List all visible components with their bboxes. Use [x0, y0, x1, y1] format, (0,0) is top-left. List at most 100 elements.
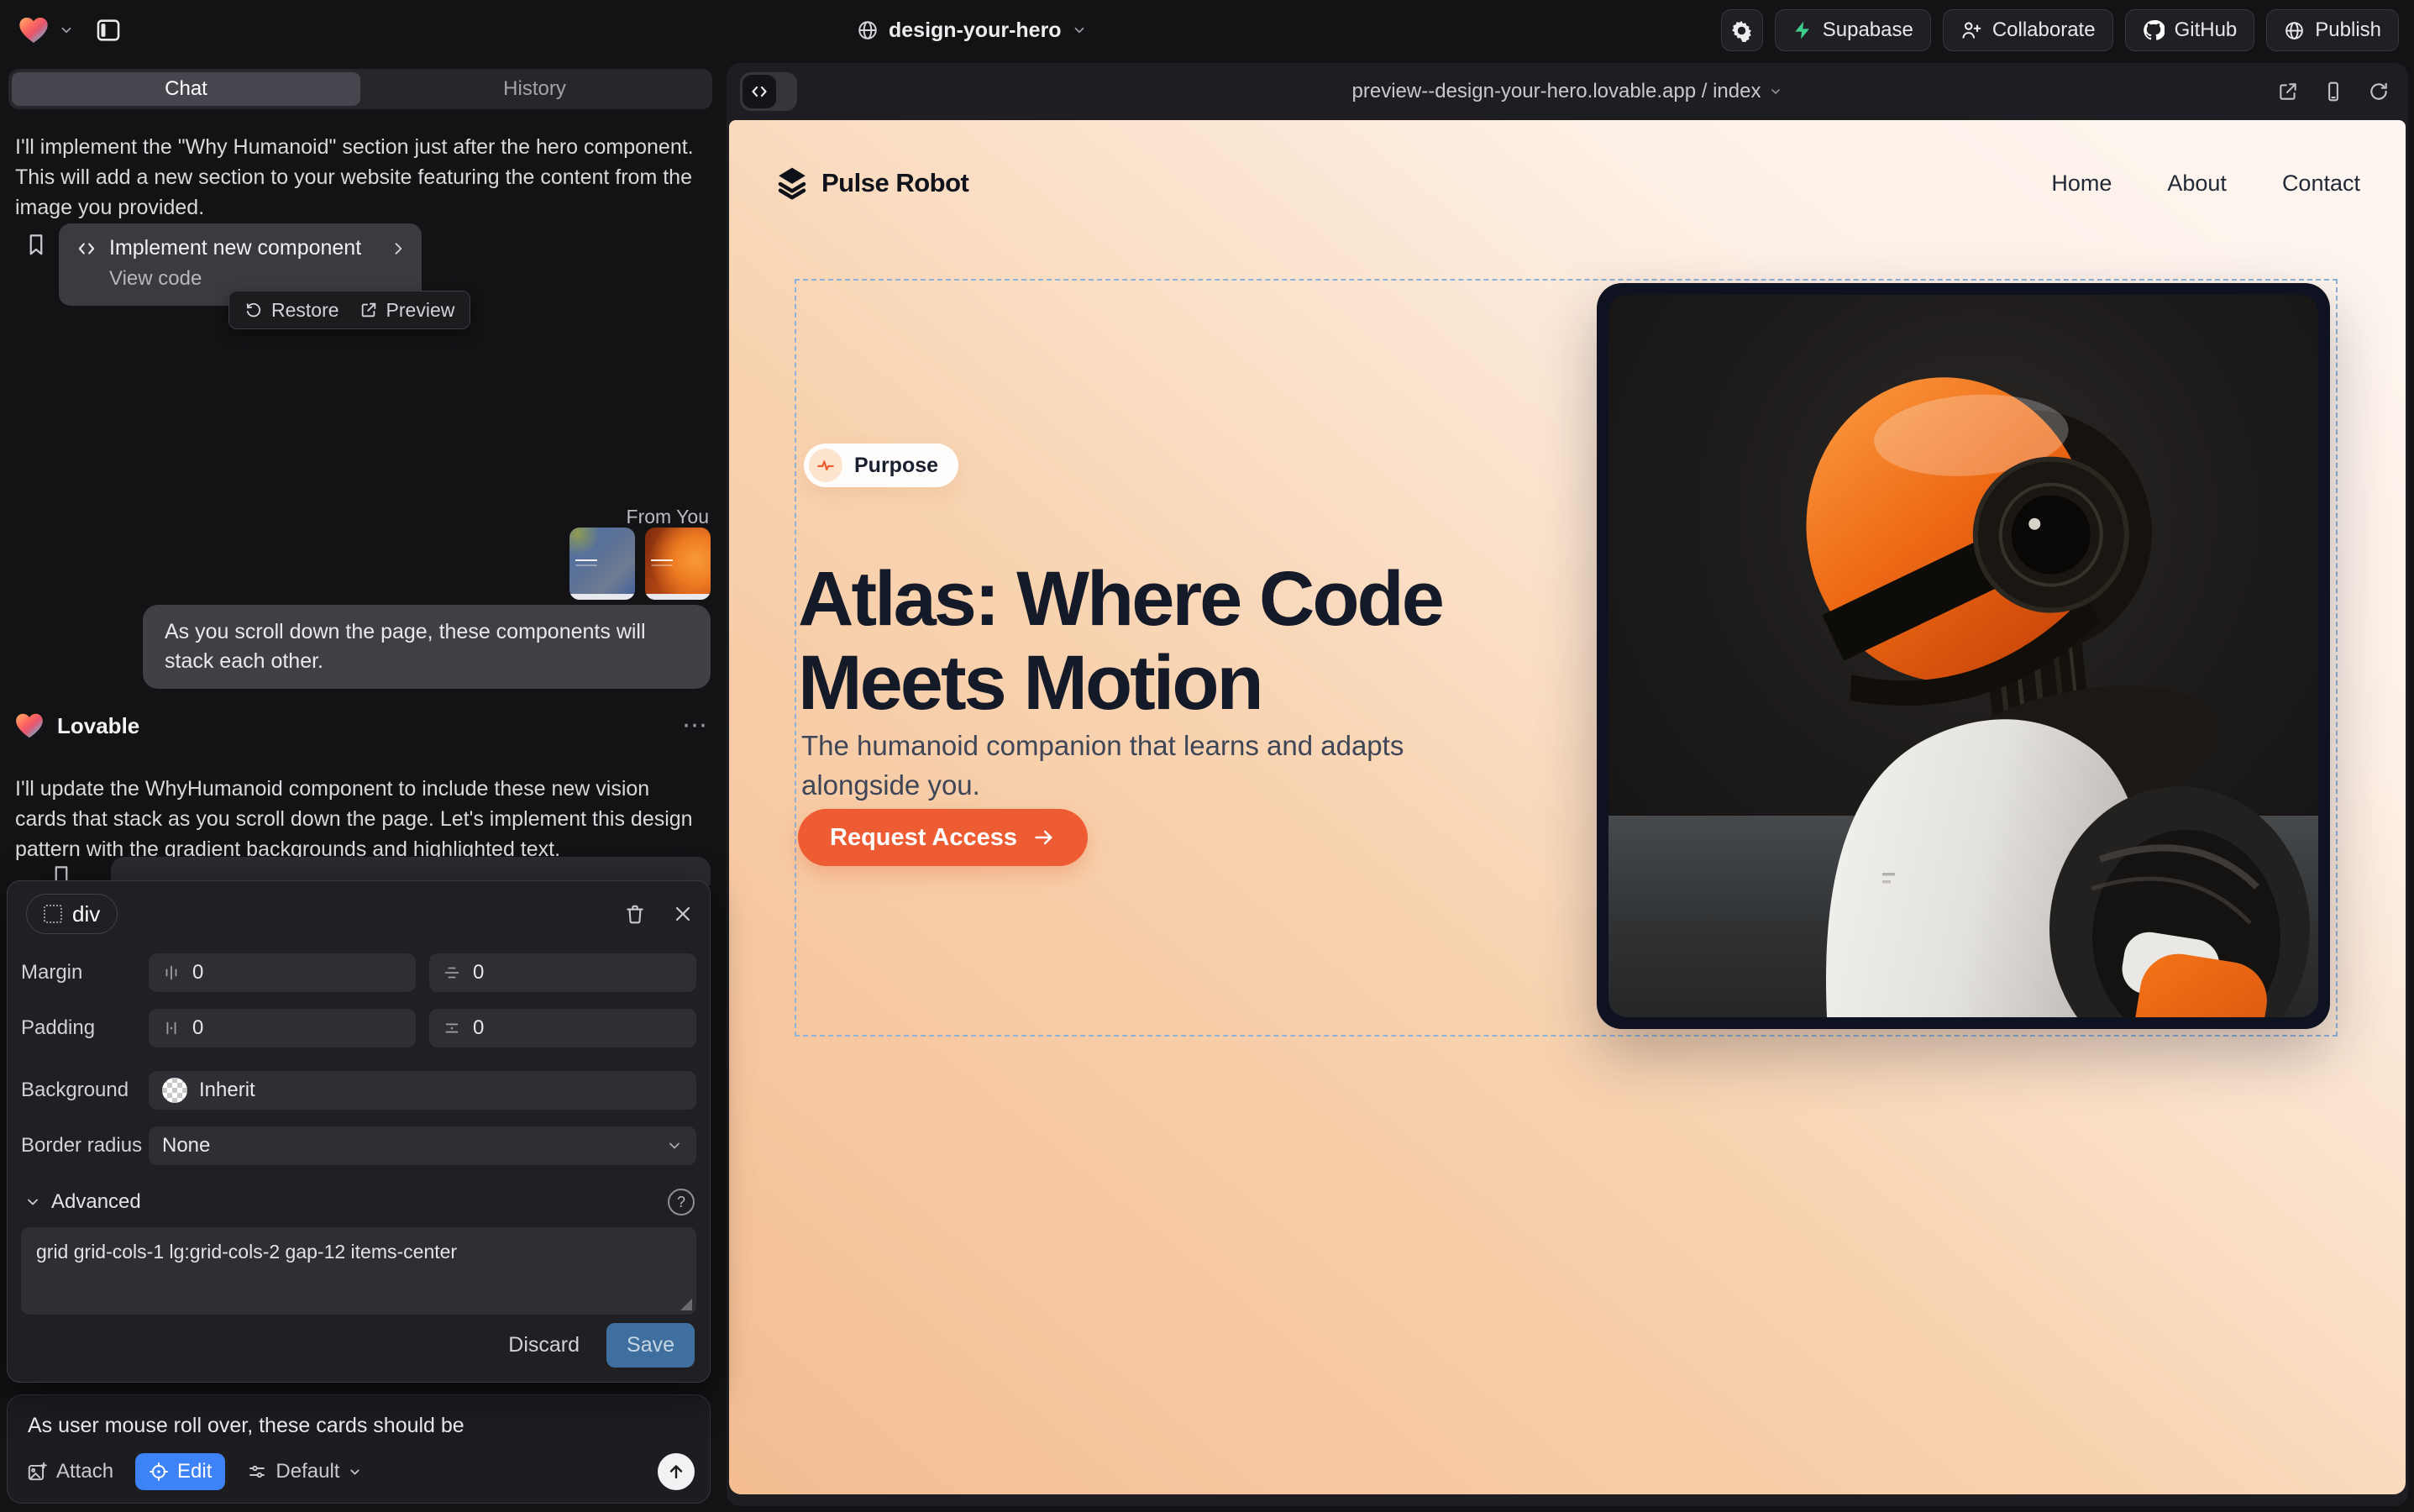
chat-history-tabs: Chat History: [8, 69, 712, 109]
collaborate-button[interactable]: Collaborate: [1943, 9, 2113, 51]
border-radius-value: None: [162, 1134, 210, 1158]
refresh-icon[interactable]: [2368, 81, 2390, 102]
robot-illustration: [1608, 295, 2318, 1017]
open-in-new-tab-icon[interactable]: [2277, 81, 2299, 102]
top-bar: design-your-hero Supabase Co: [0, 0, 2414, 60]
preview-button[interactable]: Preview: [359, 299, 455, 322]
message-hover-toolbar: Restore Preview: [228, 291, 470, 329]
margin-vertical-icon: [443, 963, 461, 982]
composer-toolbar: Attach Edit Default: [26, 1452, 695, 1491]
attach-button[interactable]: Attach: [26, 1460, 113, 1483]
dotted-square-icon: [44, 905, 62, 923]
chevron-down-icon: [1769, 85, 1782, 98]
chevron-down-icon: [24, 1194, 41, 1210]
edit-mode-button[interactable]: Edit: [135, 1453, 225, 1490]
purpose-badge-label: Purpose: [854, 454, 938, 478]
chevron-down-icon: [1072, 23, 1087, 38]
project-name: design-your-hero: [889, 18, 1062, 43]
site-brand[interactable]: Pulse Robot: [774, 165, 968, 201]
code-preview-toggle[interactable]: [740, 72, 797, 111]
mode-label: Default: [276, 1460, 339, 1483]
preview-panel: preview--design-your-hero.lovable.app / …: [727, 63, 2408, 1506]
help-icon[interactable]: ?: [668, 1189, 695, 1215]
padding-x-input[interactable]: 0: [149, 1009, 416, 1047]
publish-button[interactable]: Publish: [2266, 9, 2399, 51]
advanced-classes-input[interactable]: grid grid-cols-1 lg:grid-cols-2 gap-12 i…: [21, 1227, 696, 1315]
padding-row: Padding 0 0: [21, 1009, 696, 1047]
inspector-header: div: [26, 895, 693, 933]
restore-icon: [244, 301, 263, 319]
chevron-down-icon[interactable]: [59, 23, 74, 38]
nav-contact[interactable]: Contact: [2282, 171, 2360, 197]
margin-x-input[interactable]: 0: [149, 953, 416, 992]
site-viewport: Pulse Robot Home About Contact Purpose A…: [729, 120, 2406, 1494]
arrow-right-icon: [1032, 826, 1056, 849]
view-code-link[interactable]: View code: [109, 267, 407, 291]
request-access-button[interactable]: Request Access: [798, 809, 1088, 866]
margin-row: Margin 0 0: [21, 953, 696, 992]
chat-input[interactable]: As user mouse roll over, these cards sho…: [28, 1414, 464, 1438]
mode-selector[interactable]: Default: [247, 1460, 362, 1483]
lovable-heart-icon: [13, 710, 45, 742]
background-label: Background: [21, 1079, 149, 1102]
inspector-footer: Discard Save: [508, 1323, 695, 1368]
padding-label: Padding: [21, 1016, 149, 1040]
attachment-thumbnail[interactable]: [569, 528, 635, 600]
settings-button[interactable]: [1721, 9, 1763, 51]
supabase-button[interactable]: Supabase: [1775, 9, 1931, 51]
advanced-label: Advanced: [51, 1190, 141, 1214]
topbar-right-group: Supabase Collaborate GitHub Publish: [1721, 9, 2414, 51]
border-radius-select[interactable]: None: [149, 1126, 696, 1165]
background-input[interactable]: Inherit: [149, 1071, 696, 1110]
site-brand-name: Pulse Robot: [821, 168, 968, 198]
restore-label: Restore: [271, 299, 339, 322]
assistant-name: Lovable: [57, 713, 139, 739]
hero-heading: Atlas: Where Code Meets Motion: [798, 557, 1638, 725]
sidebar-toggle-icon[interactable]: [94, 16, 123, 45]
code-icon: [749, 81, 769, 102]
trash-icon[interactable]: [624, 903, 646, 925]
lovable-logo[interactable]: [17, 13, 50, 47]
hero-subtitle: The humanoid companion that learns and a…: [801, 726, 1473, 805]
advanced-section-toggle[interactable]: Advanced ?: [24, 1187, 695, 1217]
preview-url-text: preview--design-your-hero.lovable.app / …: [1352, 80, 1761, 103]
restore-button[interactable]: Restore: [244, 299, 339, 322]
element-tag-label: div: [72, 901, 100, 927]
code-icon: [76, 238, 97, 260]
project-switcher[interactable]: design-your-hero: [857, 0, 1087, 60]
mobile-view-icon[interactable]: [2322, 81, 2344, 102]
element-inspector-popup: div Margin: [7, 880, 711, 1383]
nav-home[interactable]: Home: [2051, 171, 2112, 197]
selected-element-tag[interactable]: div: [26, 894, 118, 934]
discard-button[interactable]: Discard: [508, 1333, 580, 1357]
chevron-down-icon: [666, 1137, 683, 1154]
edit-label: Edit: [177, 1460, 212, 1483]
attachment-thumbnail[interactable]: [645, 528, 711, 600]
tab-chat[interactable]: Chat: [12, 72, 360, 106]
transparency-swatch-icon: [162, 1078, 187, 1103]
request-access-label: Request Access: [830, 824, 1017, 852]
component-card-title: Implement new component: [109, 236, 361, 260]
padding-y-input[interactable]: 0: [429, 1009, 696, 1047]
preview-url[interactable]: preview--design-your-hero.lovable.app / …: [1352, 80, 1783, 103]
from-you-label: From You: [627, 506, 709, 528]
margin-y-input[interactable]: 0: [429, 953, 696, 992]
more-options-icon[interactable]: ⋯: [682, 717, 707, 734]
purpose-badge: Purpose: [804, 444, 958, 487]
user-message-bubble: As you scroll down the page, these compo…: [143, 605, 711, 689]
close-icon[interactable]: [673, 904, 693, 924]
margin-x-value: 0: [192, 961, 203, 984]
margin-horizontal-icon: [162, 963, 181, 982]
nav-about[interactable]: About: [2167, 171, 2227, 197]
target-icon: [149, 1462, 169, 1482]
supabase-icon: [1792, 20, 1813, 40]
external-link-icon: [359, 301, 378, 319]
chevron-right-icon: [390, 240, 407, 257]
tab-history[interactable]: History: [360, 72, 709, 106]
save-button[interactable]: Save: [606, 1323, 695, 1368]
user-plus-icon: [1960, 19, 1982, 41]
bookmark-icon[interactable]: [24, 232, 49, 257]
attach-image-icon: [26, 1461, 48, 1483]
github-button[interactable]: GitHub: [2125, 9, 2255, 51]
send-button[interactable]: [658, 1453, 695, 1490]
